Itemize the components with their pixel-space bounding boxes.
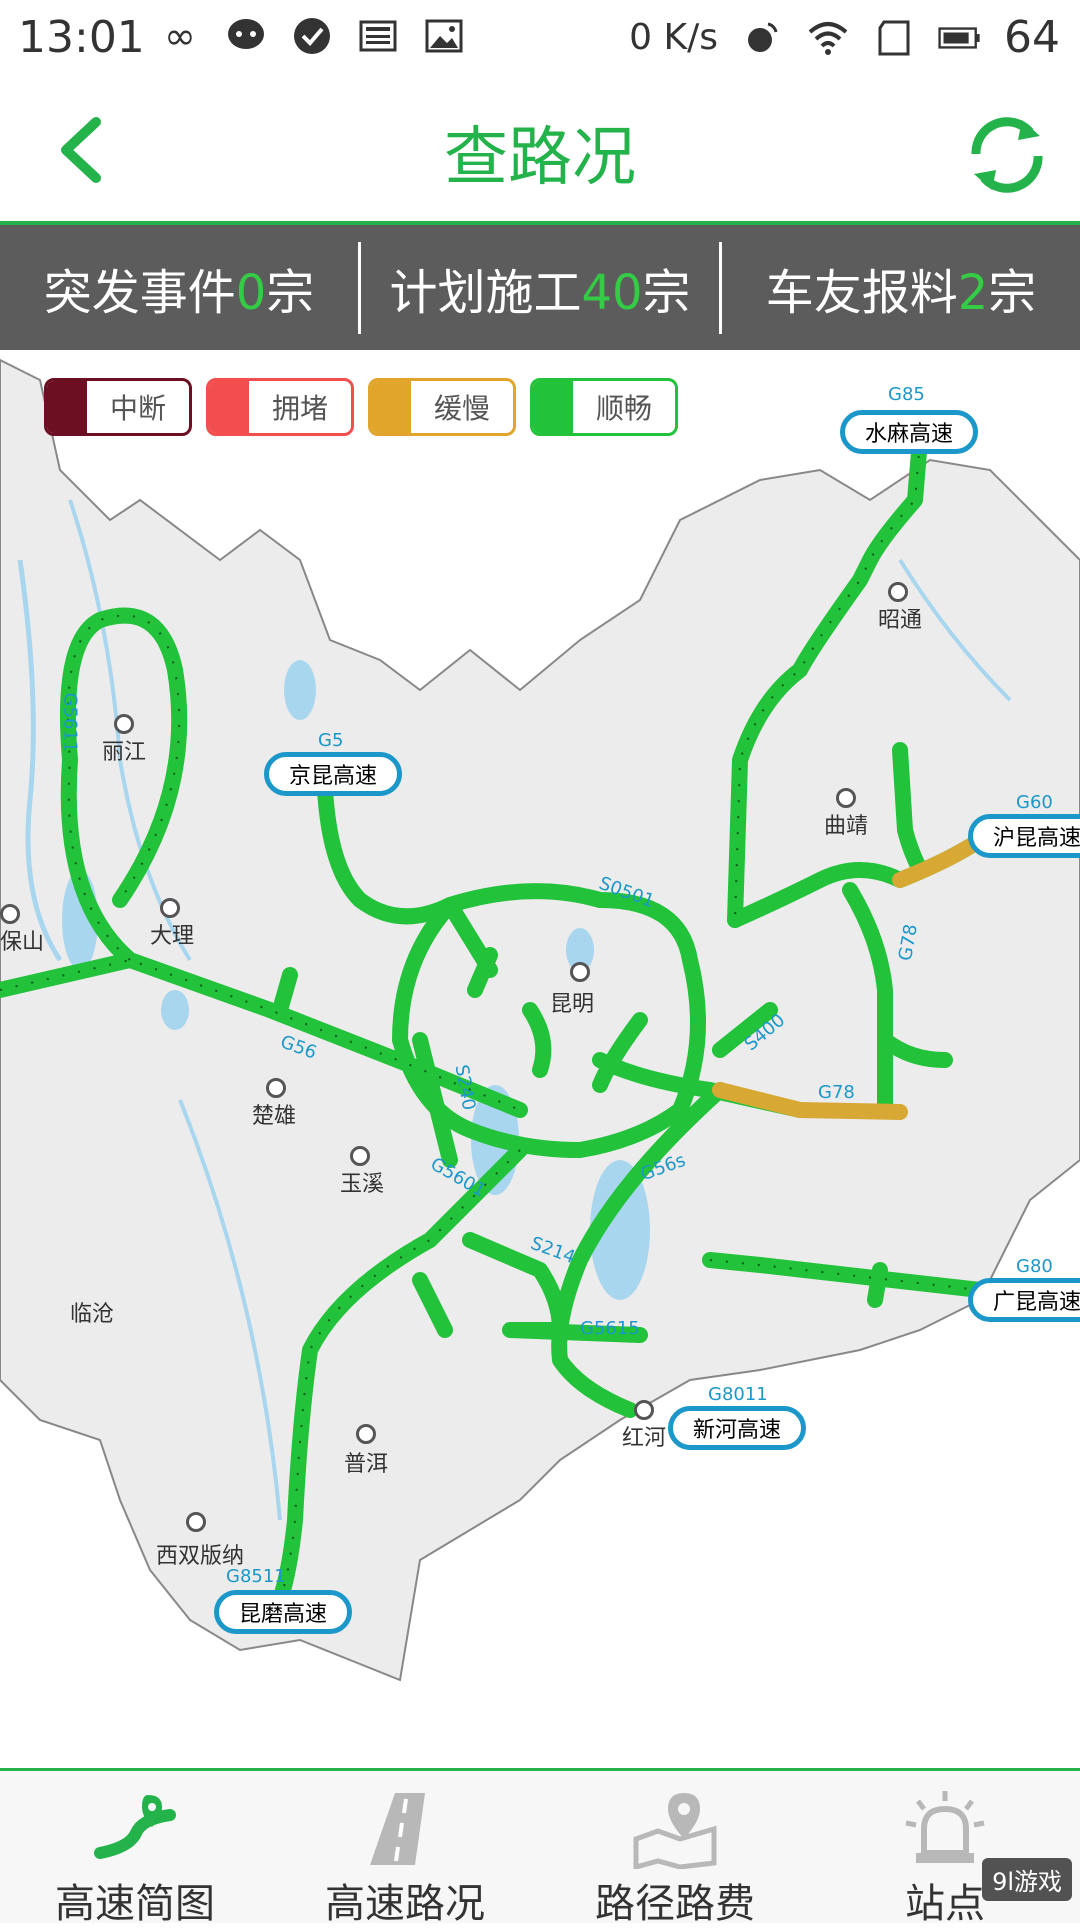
legend-slow: 缓慢 [368,378,516,436]
city-puer: 普洱 [344,1452,389,1477]
hwy-code-g60: G60 [1016,792,1053,813]
city-dot-yuxi [350,1146,370,1166]
hwy-code-g85: G85 [888,384,925,405]
city-zhaotong: 昭通 [878,608,923,633]
traffic-legend: 中断 拥堵 缓慢 顺畅 [44,378,678,436]
wifi-icon [806,16,850,60]
stat-user-reports[interactable]: 车友报料2宗 [722,253,1080,323]
nav-highway-traffic[interactable]: 高速路况 [270,1771,540,1927]
battery-level: 64 [1004,12,1060,63]
hwy-label-shuima[interactable]: 水麻高速 [840,410,979,454]
lake [161,990,189,1030]
status-icons-left: ∞ [158,14,466,58]
city-dot-kunming [570,962,590,982]
stat-emergency[interactable]: 突发事件0宗 [0,253,358,323]
hwy-code-g5: G5 [318,730,344,751]
city-dot-zhaotong [888,582,908,602]
city-qujing: 曲靖 [824,814,869,839]
route-code-g78b: G78 [818,1082,855,1103]
legend-swatch [533,381,573,433]
sim-icon [872,16,916,60]
city-dot-chuxiong [266,1078,286,1098]
nav-route-toll[interactable]: 路径路费 [540,1771,810,1927]
map-pin-icon [633,1793,717,1869]
bottom-nav: 高速简图 高速路况 路径路费 站点 [0,1768,1080,1927]
app-header: 查路况 [0,76,1080,225]
legend-swatch [209,381,249,433]
city-xishuangbanna: 西双版纳 [156,1544,245,1569]
city-honghe: 红河 [622,1426,667,1451]
legend-congested: 拥堵 [206,378,354,436]
hwy-label-jingkun[interactable]: 京昆高速 [264,752,403,796]
road-g80-spur [867,1262,888,1308]
city-dot-xishuangbanna [186,1512,206,1532]
hwy-code-g8011: G8011 [708,1384,768,1405]
stat-construction[interactable]: 计划施工40宗 [361,253,719,323]
city-dot-honghe [634,1400,654,1420]
route-code-g5611: G5611 [59,692,81,753]
status-bar: 13:01 ∞ 0 K/s 64 [0,0,1080,76]
city-dot-lijiang [114,714,134,734]
image-icon [422,14,466,58]
page-title: 查路况 [444,121,636,195]
infinity-icon: ∞ [164,14,196,58]
refresh-button[interactable] [962,110,1052,200]
hwy-label-hukun[interactable]: 沪昆高速 [968,814,1080,858]
road-icon [370,1793,425,1865]
lake [284,660,316,720]
hwy-label-xinhe[interactable]: 新河高速 [668,1406,807,1450]
city-dali: 大理 [150,924,195,949]
check-circle-icon [290,14,334,58]
battery-icon [938,16,982,60]
hwy-label-guangkun[interactable]: 广昆高速 [968,1278,1080,1322]
wechat-icon [224,14,268,58]
city-dot-puer [356,1424,376,1444]
highway-map[interactable]: G5611 S0501 G78 S400 G78 G56 S240 G5601 … [0,352,1080,1767]
city-dot-baoshan [0,904,20,924]
city-dot-dali [160,898,180,918]
hwy-code-g80: G80 [1016,1256,1053,1277]
legend-interrupted: 中断 [44,378,192,436]
city-kunming: 昆明 [550,992,595,1017]
city-dot-qujing [836,788,856,808]
road-g56-spur [272,967,298,1018]
city-baoshan: 保山 [0,930,45,955]
city-yuxi: 玉溪 [340,1172,385,1197]
event-stats-bar: 突发事件0宗 计划施工40宗 车友报料2宗 [0,225,1080,350]
alarm-light-icon [905,1791,985,1863]
city-chuxiong: 楚雄 [252,1104,297,1129]
status-time: 13:01 [18,12,145,63]
watermark: 9l游戏 [982,1858,1072,1901]
city-lincang: 临沧 [70,1302,115,1327]
status-icons-right: 0 K/s 64 [629,12,1060,63]
highway-map-icon [94,1795,176,1859]
refresh-icon [971,117,1043,193]
legend-swatch [371,381,411,433]
city-lijiang: 丽江 [102,740,147,765]
legend-smooth: 顺畅 [530,378,678,436]
news-icon [356,14,400,58]
legend-swatch [47,381,87,433]
satellite-icon [740,16,784,60]
hwy-label-kunmo[interactable]: 昆磨高速 [214,1590,353,1634]
net-speed: 0 K/s [629,17,718,58]
route-code-g5615: G5615 [580,1318,640,1339]
nav-highway-map[interactable]: 高速简图 [0,1771,270,1927]
